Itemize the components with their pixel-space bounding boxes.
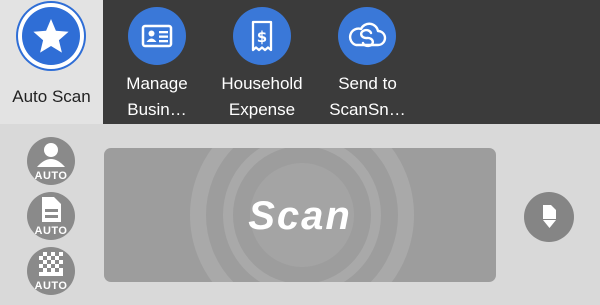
profile-manage-business-cards[interactable]: Manage Busin… — [112, 0, 202, 124]
mode-auto-label: AUTO — [34, 170, 68, 182]
profile-label-line1: Send to — [338, 74, 397, 93]
profile-label-line1: Household — [221, 74, 303, 93]
color-mode-auto-button[interactable]: AUTO — [27, 137, 75, 185]
profile-label-line2: Expense — [228, 100, 296, 119]
profile-label: Auto Scan — [12, 87, 91, 106]
scansnap-cloud-icon — [338, 7, 396, 65]
resolution-auto-button[interactable]: AUTO — [27, 247, 75, 295]
scan-label: Scan — [248, 194, 352, 238]
profile-send-to-scansnap[interactable]: Send to ScanSn… — [320, 0, 415, 124]
profile-label-line1: Manage — [126, 74, 188, 93]
document-feed-button[interactable] — [524, 192, 574, 242]
profile-auto-scan[interactable]: Auto Scan — [0, 0, 103, 124]
profile-label-line2: Busin… — [127, 100, 187, 119]
mode-auto-label: AUTO — [34, 280, 68, 292]
receipt-icon: $ — [233, 7, 291, 65]
profile-household-expense[interactable]: $ Household Expense — [212, 0, 312, 124]
paper-size-auto-button[interactable]: AUTO — [27, 192, 75, 240]
business-card-icon — [128, 7, 186, 65]
star-icon — [22, 7, 80, 65]
profile-label-line2: ScanSn… — [329, 100, 406, 119]
mode-auto-label: AUTO — [34, 225, 68, 237]
document-feed-icon — [543, 205, 556, 228]
svg-text:$: $ — [257, 28, 267, 46]
profile-bar: Auto Scan Manage Busin… $ Household Expe… — [0, 0, 600, 124]
scan-button[interactable]: Scan — [104, 148, 496, 282]
